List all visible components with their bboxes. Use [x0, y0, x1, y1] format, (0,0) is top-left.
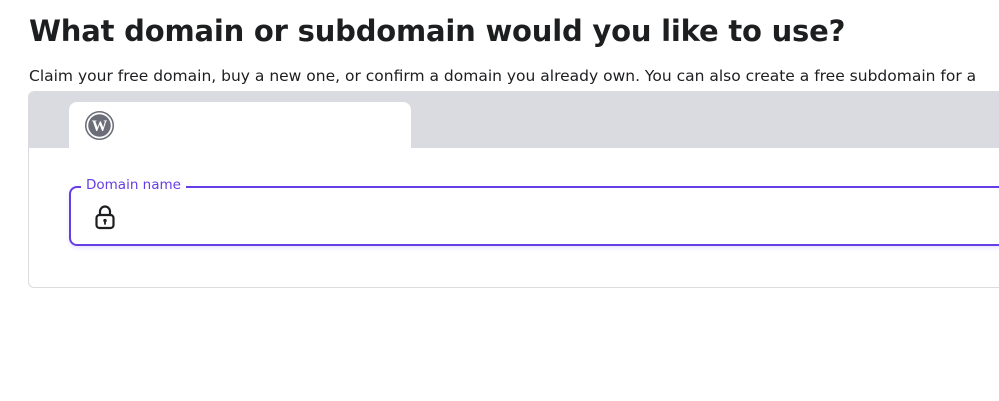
page-description: Claim your free domain, buy a new one, o…	[29, 67, 977, 85]
domain-card: W Domain name	[28, 91, 999, 288]
domain-type-tab-bar: W	[29, 92, 999, 148]
page-title: What domain or subdomain would you like …	[29, 14, 846, 48]
wordpress-icon: W	[84, 110, 115, 141]
tab-wordpress[interactable]: W	[69, 102, 411, 148]
svg-text:W: W	[92, 118, 108, 135]
domain-name-field[interactable]: Domain name	[69, 177, 999, 246]
lock-icon	[95, 205, 115, 230]
domain-setup-page: What domain or subdomain would you like …	[0, 0, 999, 401]
domain-name-label: Domain name	[81, 177, 186, 194]
domain-name-input[interactable]	[131, 196, 999, 236]
